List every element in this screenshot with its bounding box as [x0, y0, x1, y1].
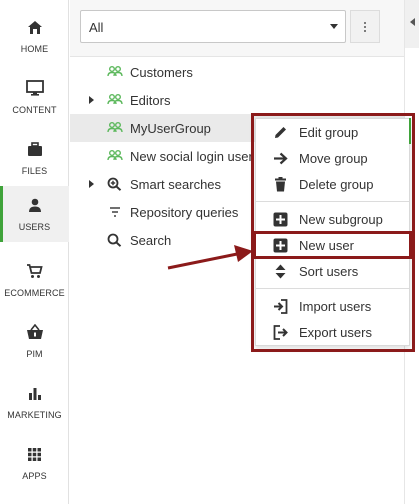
tree-item-label: Editors: [130, 93, 171, 108]
pencil-icon: [272, 124, 288, 140]
menu-item-label: New subgroup: [299, 212, 383, 227]
tree-item-editors[interactable]: Editors: [70, 86, 404, 114]
kebab-dot-icon: [364, 29, 366, 32]
menu-separator: [256, 288, 409, 289]
tree-item-label: Repository queries: [130, 205, 239, 220]
menu-item-import-users[interactable]: Import users: [256, 293, 409, 319]
user-group-icon: [107, 93, 123, 107]
nav-item-ecommerce[interactable]: ECOMMERCE: [0, 252, 69, 308]
menu-item-sort-users[interactable]: Sort users: [256, 258, 409, 284]
nav-item-content[interactable]: CONTENT: [0, 69, 69, 125]
arrow-right-icon: [272, 150, 288, 166]
filter-icon: [107, 205, 123, 219]
menu-item-label: Import users: [299, 299, 372, 314]
trash-icon: [272, 176, 288, 192]
search-icon: [107, 233, 123, 247]
menu-item-new-user[interactable]: New user: [256, 232, 409, 258]
menu-item-label: New user: [299, 238, 354, 253]
nav-label-files: FILES: [21, 166, 48, 176]
menu-item-move-group[interactable]: Move group: [256, 145, 409, 171]
tree-item-label: MyUserGroup: [130, 121, 211, 136]
menu-item-label: Delete group: [299, 177, 374, 192]
briefcase-icon: [25, 139, 45, 159]
tree-item-label: Search: [130, 233, 172, 248]
user-icon: [25, 195, 45, 215]
nav-item-users[interactable]: USERS: [0, 186, 69, 242]
user-group-icon: [107, 149, 123, 163]
tree-item-customers[interactable]: Customers: [70, 58, 404, 86]
nav-item-files[interactable]: FILES: [0, 130, 69, 186]
tree-item-label: Smart searches: [130, 177, 222, 192]
monitor-icon: [25, 78, 45, 98]
expand-arrow-icon[interactable]: [89, 96, 94, 104]
plus-square-icon: [272, 237, 288, 253]
menu-item-label: Export users: [299, 325, 372, 340]
nav-item-pim[interactable]: PIM: [0, 313, 69, 369]
nav-item-home[interactable]: HOME: [0, 8, 69, 64]
bar-chart-icon: [25, 383, 45, 403]
grid-icon: [25, 444, 45, 464]
expand-arrow-icon[interactable]: [89, 180, 94, 188]
main-nav-rail: HOME CONTENT FILES USERS ECOMMERCE PIM M…: [0, 0, 69, 504]
menu-item-delete-group[interactable]: Delete group: [256, 171, 409, 197]
menu-item-label: Edit group: [299, 125, 359, 140]
cart-icon: [25, 261, 45, 281]
more-options-button[interactable]: [350, 10, 380, 43]
plus-square-icon: [272, 211, 288, 227]
sign-out-icon: [272, 324, 288, 340]
user-group-icon: [107, 65, 123, 79]
nav-label-pim: PIM: [26, 349, 43, 359]
menu-item-label: Move group: [299, 151, 368, 166]
nav-item-marketing[interactable]: MARKETING: [0, 374, 69, 430]
group-filter-value: All: [89, 20, 104, 35]
nav-label-content: CONTENT: [12, 105, 57, 115]
nav-label-apps: APPS: [22, 471, 47, 481]
chevron-down-icon: [330, 24, 338, 29]
kebab-dot-icon: [364, 21, 366, 24]
tree-item-label: New social login user: [130, 149, 253, 164]
nav-label-ecommerce: ECOMMERCE: [4, 288, 65, 298]
menu-separator: [256, 201, 409, 202]
tree-item-label: Customers: [130, 65, 193, 80]
collapse-panel-button[interactable]: [405, 0, 419, 48]
home-icon: [25, 17, 45, 37]
nav-label-marketing: MARKETING: [7, 410, 62, 420]
menu-item-new-subgroup[interactable]: New subgroup: [256, 206, 409, 232]
group-filter-select[interactable]: All: [80, 10, 346, 43]
caret-left-icon: [410, 18, 415, 26]
basket-icon: [25, 322, 45, 342]
nav-label-home: HOME: [20, 44, 49, 54]
kebab-dot-icon: [364, 25, 366, 28]
menu-item-export-users[interactable]: Export users: [256, 319, 409, 345]
nav-item-apps[interactable]: APPS: [0, 435, 69, 491]
menu-item-label: Sort users: [299, 264, 359, 279]
search-plus-icon: [107, 177, 123, 191]
sort-icon: [272, 263, 288, 279]
user-group-icon: [107, 121, 123, 135]
nav-label-users: USERS: [18, 222, 51, 232]
sign-in-icon: [272, 298, 288, 314]
menu-accent-bar: [409, 118, 411, 144]
menu-item-edit-group[interactable]: Edit group: [256, 119, 409, 145]
